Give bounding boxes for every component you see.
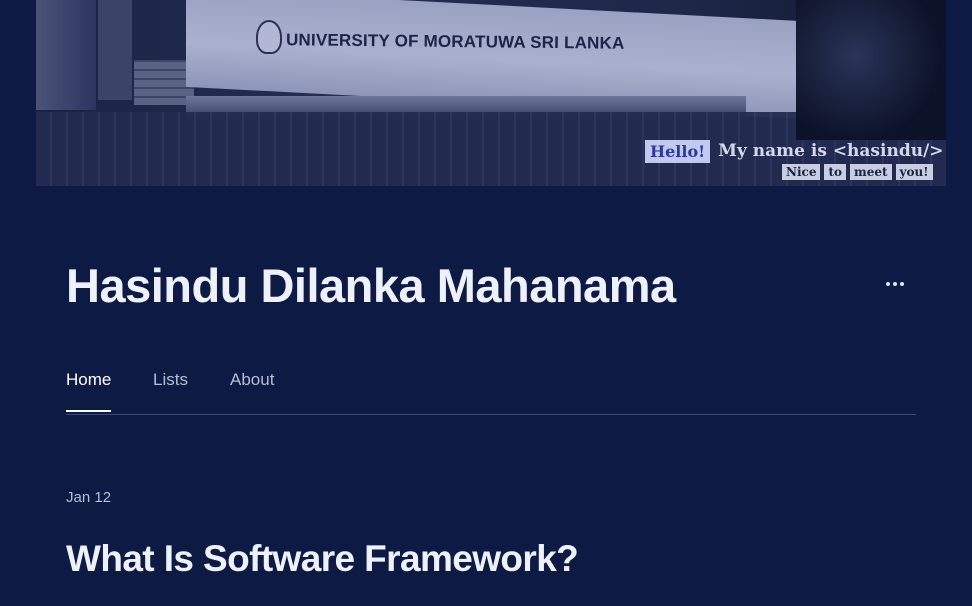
banner-pillar: [36, 0, 96, 110]
intro-text: My name is <hasindu/>: [718, 141, 944, 161]
greeting-word: to: [824, 164, 847, 180]
banner-pillar: [98, 0, 132, 100]
university-crest-icon: [256, 20, 282, 54]
banner-greeting-line: Hello! My name is <hasindu/>: [645, 137, 944, 165]
greeting-word: Nice: [782, 164, 821, 180]
banner-trees: [796, 0, 946, 140]
banner-bricks: [134, 60, 194, 105]
hello-tag: Hello!: [645, 139, 711, 163]
university-sign-text: UNIVERSITY OF MORATUWA SRI LANKA: [285, 30, 625, 53]
greeting-word: you!: [895, 164, 933, 180]
cover-banner-image: UNIVERSITY OF MORATUWA SRI LANKA Hello! …: [36, 0, 946, 186]
tab-lists[interactable]: Lists: [153, 370, 188, 412]
tab-home[interactable]: Home: [66, 370, 112, 412]
more-options-button[interactable]: [880, 272, 910, 296]
post-title-link[interactable]: What Is Software Framework?: [66, 538, 579, 580]
greeting-words: Nice to meet you!: [782, 164, 933, 180]
profile-name: Hasindu Dilanka Mahanama: [66, 259, 676, 312]
post-date: Jan 12: [66, 489, 112, 506]
ellipsis-icon: [886, 282, 904, 286]
tab-about[interactable]: About: [230, 370, 274, 412]
profile-tabs: Home Lists About: [66, 370, 916, 415]
greeting-word: meet: [850, 164, 892, 180]
